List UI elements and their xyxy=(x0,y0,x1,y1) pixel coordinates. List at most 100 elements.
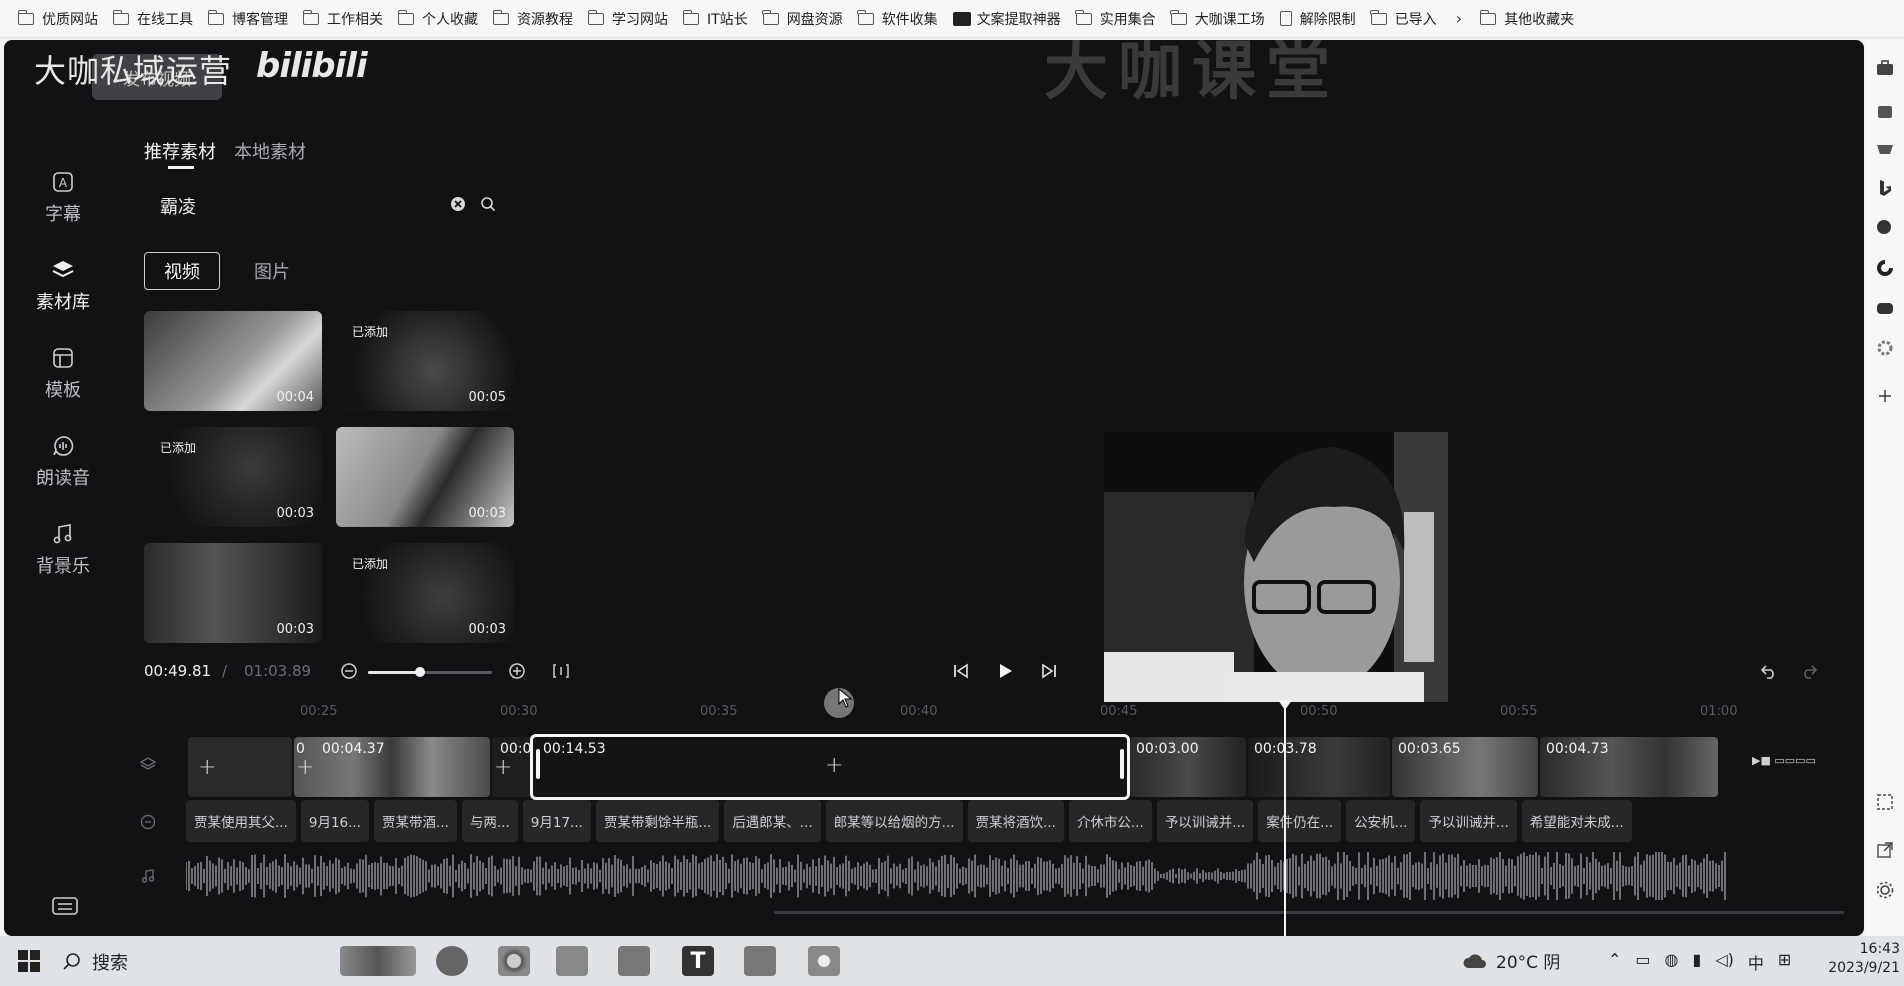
app-icon[interactable] xyxy=(618,946,650,976)
app-icon[interactable] xyxy=(556,946,588,976)
audio-waveform[interactable] xyxy=(186,852,1726,900)
clip-trim-handle-left[interactable] xyxy=(536,749,540,779)
timeline-ruler[interactable]: 00:25 00:30 00:35 00:40 00:45 00:50 00:5… xyxy=(154,704,1754,724)
subtitle-segment[interactable]: 郎某等以给烟的方... xyxy=(825,800,963,842)
bookmark-item[interactable]: 软件收集 xyxy=(854,5,949,33)
material-thumbnail[interactable]: 00:03 xyxy=(144,543,322,643)
playhead[interactable] xyxy=(1278,700,1292,936)
bookmark-item[interactable]: 已导入 xyxy=(1367,5,1448,33)
weather-widget[interactable]: 20°C 阴 xyxy=(1462,948,1560,973)
video-clip[interactable]: 00:03.65 xyxy=(1392,737,1538,797)
sidebar-item-materials[interactable]: 素材库 xyxy=(4,258,122,314)
add-clip-icon[interactable]: + xyxy=(198,755,216,780)
video-clip[interactable]: 00:03.78 xyxy=(1248,737,1390,797)
subtitle-segment[interactable]: 与两... xyxy=(461,800,518,842)
video-clip[interactable]: + 0 00:04.37 xyxy=(294,737,490,797)
bookmark-item[interactable]: 解除限制 xyxy=(1276,5,1367,33)
video-clip[interactable]: 00:03.00 xyxy=(1130,737,1246,797)
volume-icon[interactable]: ◁) xyxy=(1715,950,1734,974)
toolbox-icon[interactable] xyxy=(1875,58,1895,78)
subtitle-segment[interactable]: 贾某带酒... xyxy=(374,800,457,842)
bookmark-item[interactable]: 资源教程 xyxy=(489,5,584,33)
bookmark-item[interactable]: 网盘资源 xyxy=(759,5,854,33)
windows-start-icon[interactable] xyxy=(18,950,40,976)
network-icon[interactable]: ▭ xyxy=(1635,950,1650,974)
app-tray-icon[interactable]: ⊞ xyxy=(1778,950,1791,974)
bookmark-item[interactable]: IT站长 xyxy=(679,5,759,33)
undo-icon[interactable] xyxy=(1760,662,1778,684)
extension-icon[interactable] xyxy=(1875,102,1895,122)
app-icon[interactable] xyxy=(808,946,840,976)
timeline-scrollbar[interactable] xyxy=(774,911,1844,914)
bookmark-item[interactable]: 实用集合 xyxy=(1072,5,1167,33)
bookmark-item[interactable]: 学习网站 xyxy=(584,5,679,33)
fit-timeline-icon[interactable] xyxy=(552,662,570,684)
app-rfta-icon[interactable] xyxy=(436,946,468,976)
shopping-icon[interactable] xyxy=(1875,140,1895,160)
bookmarks-overflow-icon[interactable]: › xyxy=(1456,9,1462,28)
tab-video[interactable]: 视频 xyxy=(144,252,220,290)
keyboard-icon[interactable] xyxy=(52,896,78,920)
sidebar-item-voice[interactable]: 朗读音 xyxy=(4,434,122,490)
material-thumbnail[interactable]: 00:04 xyxy=(144,311,322,411)
bookmark-item[interactable]: 大咖课工场 xyxy=(1167,5,1276,33)
sidebar-item-music[interactable]: 背景乐 xyxy=(4,522,122,578)
subtitle-segment[interactable]: 介休市公... xyxy=(1068,800,1152,842)
subtitle-segment[interactable]: 贾某将酒饮... xyxy=(967,800,1064,842)
tab-recommended[interactable]: 推荐素材 xyxy=(144,138,216,164)
selected-clip[interactable]: 00:14.53 + xyxy=(530,734,1130,800)
skip-back-icon[interactable] xyxy=(952,662,970,684)
bookmark-item[interactable]: 文案提取神器 xyxy=(949,5,1072,33)
material-thumbnail[interactable]: 00:03 xyxy=(336,427,514,527)
video-clip[interactable]: 00:04.73 xyxy=(1540,737,1718,797)
search-icon[interactable] xyxy=(480,196,496,216)
subtitle-segment[interactable]: 希望能对未成... xyxy=(1521,800,1632,842)
search-tool-icon[interactable] xyxy=(1875,218,1895,238)
zoom-out-icon[interactable] xyxy=(340,662,358,684)
wechat-icon[interactable]: ◍ xyxy=(1665,950,1679,974)
game-icon[interactable] xyxy=(1875,298,1895,318)
subtitle-segment[interactable]: 9月16... xyxy=(300,800,370,842)
video-clip[interactable]: + 00:0 xyxy=(492,737,532,797)
gear-icon[interactable] xyxy=(1875,880,1895,900)
clear-icon[interactable] xyxy=(450,196,466,216)
subtitle-segment[interactable]: 予以训诫并... xyxy=(1420,800,1517,842)
clip-trim-handle-right[interactable] xyxy=(1120,749,1124,779)
bookmark-item[interactable]: 优质网站 xyxy=(14,5,109,33)
office-icon[interactable] xyxy=(1875,258,1895,278)
bing-icon[interactable] xyxy=(1875,178,1895,198)
bookmark-item[interactable]: 博客管理 xyxy=(204,5,299,33)
add-clip-icon[interactable]: + xyxy=(296,755,314,780)
bookmark-item[interactable]: 在线工具 xyxy=(109,5,204,33)
bookmark-item[interactable]: 个人收藏 xyxy=(394,5,489,33)
material-thumbnail[interactable]: 已添加 00:03 xyxy=(336,543,514,643)
search-input[interactable]: 霸凌 xyxy=(144,193,196,219)
add-clip-icon[interactable]: + xyxy=(494,755,512,780)
taskbar-clock[interactable]: 16:43 2023/9/21 xyxy=(1822,940,1900,978)
chevron-up-icon[interactable]: ⌃ xyxy=(1608,950,1621,974)
empty-clip-slot[interactable]: + xyxy=(188,737,292,797)
ime-indicator[interactable]: 中 xyxy=(1748,950,1764,974)
tab-local[interactable]: 本地素材 xyxy=(234,138,306,164)
subtitle-segment[interactable]: 后遇郎某、... xyxy=(724,800,821,842)
zoom-in-icon[interactable] xyxy=(508,662,526,684)
app-icon[interactable] xyxy=(744,946,776,976)
taskbar-thumbnail[interactable] xyxy=(340,946,416,976)
material-search[interactable]: 霸凌 xyxy=(144,190,504,222)
tab-image[interactable]: 图片 xyxy=(234,252,310,290)
taskbar-search[interactable]: 搜索 xyxy=(62,944,332,980)
settings-icon[interactable] xyxy=(1875,338,1895,358)
typora-icon[interactable]: T xyxy=(682,946,714,976)
sidebar-item-subtitle[interactable]: A 字幕 xyxy=(4,170,122,226)
material-thumbnail[interactable]: 已添加 00:05 xyxy=(336,311,514,411)
skip-forward-icon[interactable] xyxy=(1040,662,1058,684)
redo-icon[interactable] xyxy=(1800,662,1818,684)
battery-icon[interactable]: ▮ xyxy=(1693,950,1702,974)
bookmark-item[interactable]: 工作相关 xyxy=(299,5,394,33)
subtitle-segment[interactable]: 公安机... xyxy=(1346,800,1416,842)
sidebar-item-template[interactable]: 模板 xyxy=(4,346,122,402)
subtitle-segment[interactable]: 贾某使用其父... xyxy=(186,800,296,842)
play-icon[interactable] xyxy=(996,662,1014,684)
subtitle-segment[interactable]: 予以训诫并... xyxy=(1156,800,1254,842)
material-thumbnail[interactable]: 已添加 00:03 xyxy=(144,427,322,527)
